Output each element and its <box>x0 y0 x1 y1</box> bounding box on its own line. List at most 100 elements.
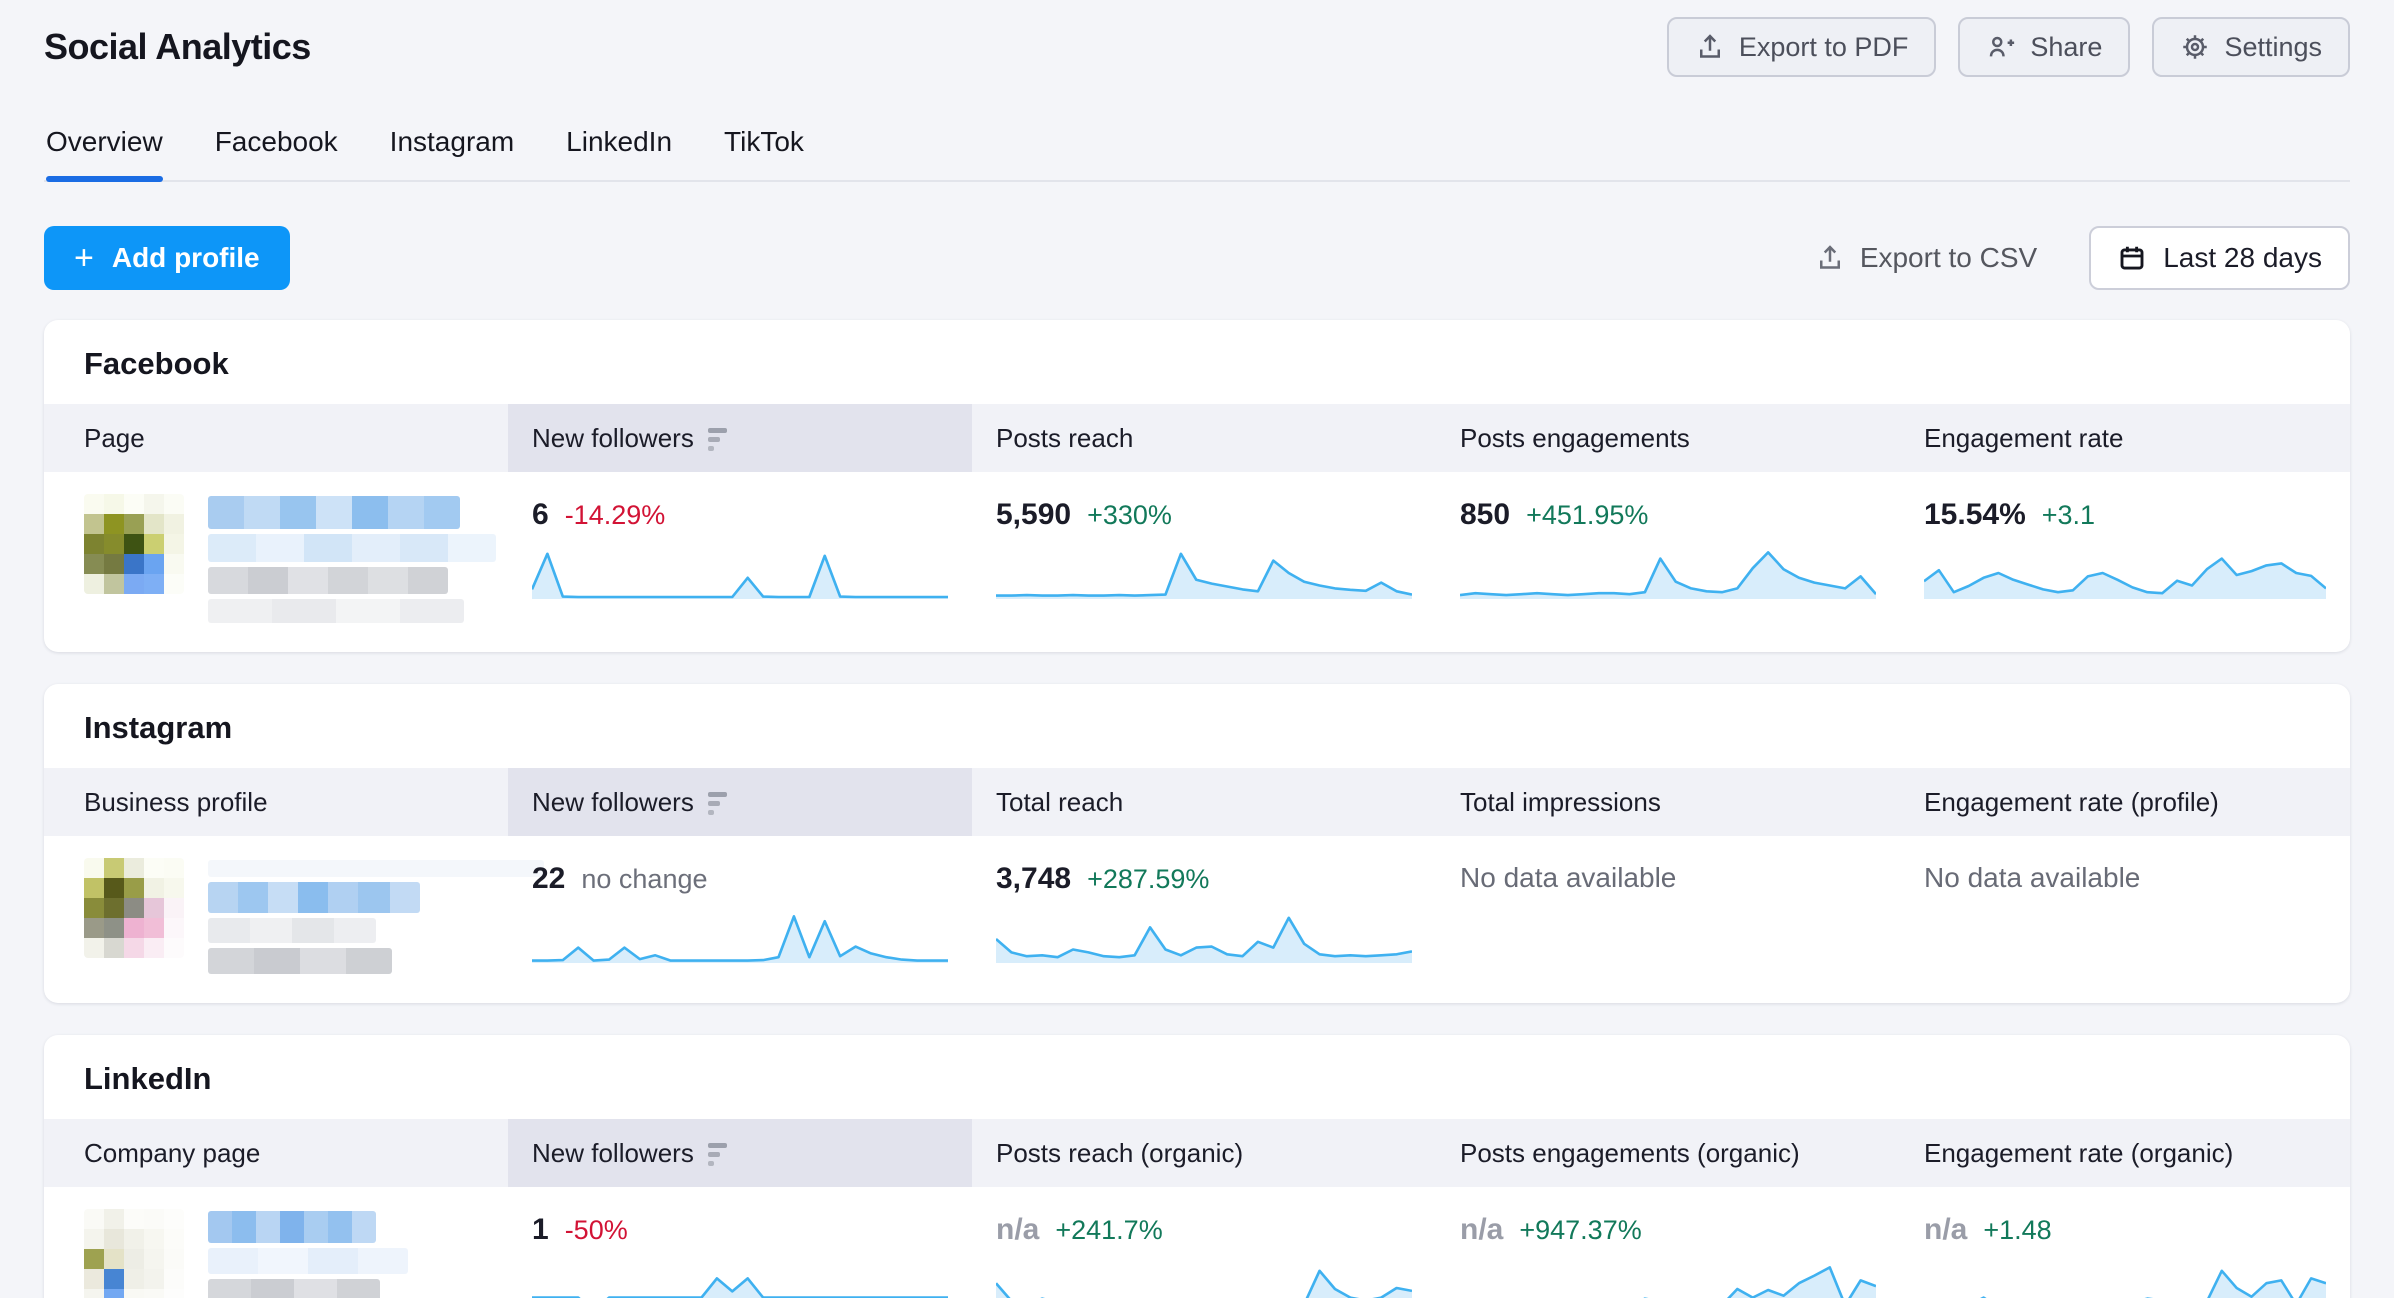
settings-button[interactable]: Settings <box>2152 17 2350 77</box>
linkedin-table-row: 1 -50% n/a+241.7% n/a +947.37% n/a +1.48 <box>44 1187 2350 1298</box>
metric-value: n/a <box>1924 1213 1967 1247</box>
gear-icon <box>2180 32 2210 62</box>
linkedin-card: LinkedIn Company page New followers Post… <box>44 1035 2350 1298</box>
metric-change: +287.59% <box>1087 864 1209 895</box>
metric-value: 5,590 <box>996 498 1071 532</box>
column-header-new-followers[interactable]: New followers <box>508 1119 972 1187</box>
metric-cell-new-followers: 1 -50% <box>508 1209 972 1298</box>
metric-cell-posts-engagements-organic: n/a +947.37% <box>1436 1209 1900 1298</box>
column-header-business-profile[interactable]: Business profile <box>44 768 508 836</box>
metric-change: +330% <box>1087 500 1172 531</box>
sparkline-chart <box>532 1259 948 1298</box>
date-range-button[interactable]: Last 28 days <box>2089 226 2350 290</box>
column-header-posts-engagements[interactable]: Posts engagements <box>1436 404 1900 472</box>
sparkline-chart <box>532 908 948 964</box>
page-title: Social Analytics <box>44 26 311 68</box>
facebook-avatar <box>84 494 184 594</box>
redacted-profile-name <box>208 494 496 628</box>
date-range-label: Last 28 days <box>2163 242 2322 274</box>
sparkline-chart <box>996 544 1412 600</box>
column-header-total-reach[interactable]: Total reach <box>972 768 1436 836</box>
tab-overview[interactable]: Overview <box>46 126 163 180</box>
metric-cell-new-followers: 22 no change <box>508 858 972 979</box>
export-csv-label: Export to CSV <box>1860 242 2037 274</box>
column-header-engagement-rate-organic[interactable]: Engagement rate (organic) <box>1900 1119 2350 1187</box>
add-profile-button[interactable]: + Add profile <box>44 226 290 290</box>
upload-icon <box>1695 32 1725 62</box>
tab-facebook[interactable]: Facebook <box>215 126 338 180</box>
column-header-company-page[interactable]: Company page <box>44 1119 508 1187</box>
export-pdf-button[interactable]: Export to PDF <box>1667 17 1937 77</box>
instagram-profile-cell[interactable] <box>44 858 508 979</box>
metric-cell-posts-engagements: 850+451.95% <box>1436 494 1900 628</box>
column-label: New followers <box>532 1138 694 1169</box>
facebook-table-header: Page New followers Posts reach Posts eng… <box>44 404 2350 472</box>
header-actions: Export to PDF Share Settings <box>1667 17 2350 77</box>
metric-change: no change <box>581 864 707 895</box>
metric-cell-posts-reach: 5,590 +330% <box>972 494 1436 628</box>
column-header-total-impressions[interactable]: Total impressions <box>1436 768 1900 836</box>
controls-right: Export to CSV Last 28 days <box>1815 226 2350 290</box>
column-header-new-followers[interactable]: New followers <box>508 404 972 472</box>
export-csv-button[interactable]: Export to CSV <box>1815 242 2037 274</box>
column-header-new-followers[interactable]: New followers <box>508 768 972 836</box>
linkedin-profile-cell[interactable] <box>44 1209 508 1298</box>
controls-row: + Add profile Export to CSV Last 28 days <box>44 226 2350 290</box>
card-title-linkedin: LinkedIn <box>44 1035 2350 1119</box>
tab-instagram[interactable]: Instagram <box>390 126 515 180</box>
person-plus-icon <box>1986 32 2016 62</box>
metric-change: +3.1 <box>2042 500 2095 531</box>
column-header-engagement-rate[interactable]: Engagement rate <box>1900 404 2350 472</box>
share-button[interactable]: Share <box>1958 17 2130 77</box>
column-header-posts-reach-organic[interactable]: Posts reach (organic) <box>972 1119 1436 1187</box>
instagram-card: Instagram Business profile New followers… <box>44 684 2350 1003</box>
column-header-posts-engagements-organic[interactable]: Posts engagements (organic) <box>1436 1119 1900 1187</box>
linkedin-avatar <box>84 1209 184 1298</box>
sort-descending-icon <box>708 428 727 451</box>
facebook-profile-cell[interactable] <box>44 494 508 628</box>
share-label: Share <box>2030 32 2102 63</box>
metric-change: -14.29% <box>565 500 666 531</box>
facebook-card: Facebook Page New followers Posts reach … <box>44 320 2350 652</box>
sparkline-chart <box>996 1259 1412 1298</box>
sort-descending-icon <box>708 1143 727 1166</box>
sparkline-chart <box>1460 544 1876 600</box>
metric-value: 850 <box>1460 498 1510 532</box>
tab-tiktok[interactable]: TikTok <box>724 126 804 180</box>
column-label: New followers <box>532 423 694 454</box>
metric-cell-new-followers: 6 -14.29% <box>508 494 972 628</box>
sparkline-chart <box>532 544 948 600</box>
metric-cell-engagement-rate: 15.54% +3.1 <box>1900 494 2350 628</box>
sparkline-chart <box>1460 1259 1876 1298</box>
calendar-icon <box>2117 243 2147 273</box>
metric-value: 22 <box>532 862 565 896</box>
metric-cell-total-impressions: No data available <box>1436 858 1900 979</box>
export-pdf-label: Export to PDF <box>1739 32 1909 63</box>
sort-descending-icon <box>708 792 727 815</box>
settings-label: Settings <box>2224 32 2322 63</box>
metric-cell-posts-reach-organic: n/a+241.7% <box>972 1209 1436 1298</box>
add-profile-label: Add profile <box>112 242 260 274</box>
tab-bar: Overview Facebook Instagram LinkedIn Tik… <box>44 126 2350 182</box>
metric-change: -50% <box>565 1215 628 1246</box>
metric-value: 15.54% <box>1924 498 2026 532</box>
metric-value: 1 <box>532 1213 549 1247</box>
sparkline-chart <box>996 908 1412 964</box>
column-header-posts-reach[interactable]: Posts reach <box>972 404 1436 472</box>
metric-value: n/a <box>996 1213 1039 1247</box>
tab-linkedin[interactable]: LinkedIn <box>566 126 672 180</box>
instagram-avatar <box>84 858 184 958</box>
metric-cell-total-reach: 3,748+287.59% <box>972 858 1436 979</box>
metric-value: 6 <box>532 498 549 532</box>
column-header-page[interactable]: Page <box>44 404 508 472</box>
card-title-instagram: Instagram <box>44 684 2350 768</box>
sparkline-chart <box>1924 1259 2326 1298</box>
instagram-table-header: Business profile New followers Total rea… <box>44 768 2350 836</box>
no-data-label: No data available <box>1460 862 1676 894</box>
metric-change: +947.37% <box>1519 1215 1641 1246</box>
metric-change: +1.48 <box>1983 1215 2051 1246</box>
column-header-engagement-rate-profile[interactable]: Engagement rate (profile) <box>1900 768 2350 836</box>
sparkline-chart <box>1924 544 2326 600</box>
metric-value: n/a <box>1460 1213 1503 1247</box>
card-title-facebook: Facebook <box>44 320 2350 404</box>
